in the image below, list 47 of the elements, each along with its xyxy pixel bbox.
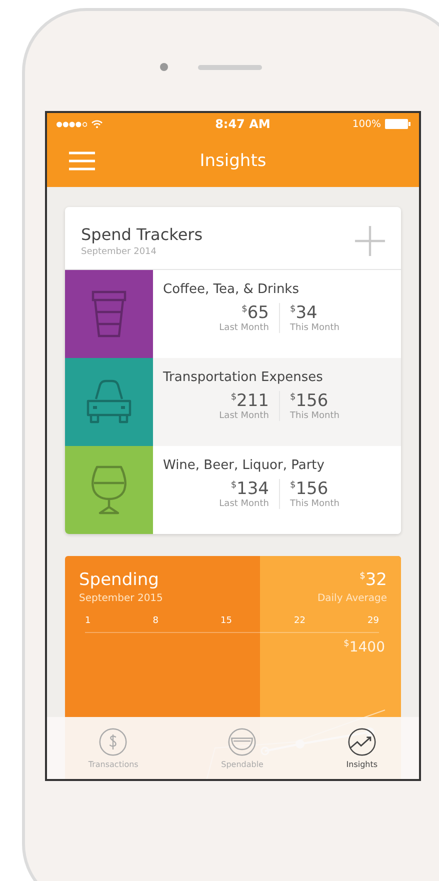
dollar-icon	[98, 727, 128, 757]
day-tick: 8	[152, 616, 158, 626]
tracker-row[interactable]: Coffee, Tea, & Drinks $^{$}$65 Last Month $^{$}$34 This Month	[65, 270, 401, 358]
add-button[interactable]	[355, 226, 385, 256]
card-subtitle: September 2014	[81, 247, 158, 257]
amount: $^{$}$211	[230, 391, 269, 411]
amount: $^{$}$156	[290, 391, 330, 411]
glass-icon	[89, 465, 129, 515]
day-tick: 22	[294, 616, 306, 626]
card-subtitle: September 2015	[79, 593, 163, 604]
status-time: 8:47 AM	[214, 117, 270, 131]
total-amount: $^{$}$1400	[344, 639, 385, 656]
daily-average-label: Daily Average	[317, 593, 387, 604]
card-title: Spending	[79, 570, 160, 590]
signal-icon	[55, 120, 87, 128]
amount-label: Last Month	[219, 323, 269, 333]
daily-average-amount: $^{$}$32	[360, 570, 387, 590]
amount: $^{$}$65	[242, 303, 269, 323]
amount: $^{$}$134	[230, 479, 269, 499]
amount-label: This Month	[290, 499, 340, 509]
tab[interactable]: Insights	[340, 726, 384, 770]
amount-label: Last Month	[219, 499, 269, 509]
battery-percent: 100%	[352, 118, 381, 130]
tracker-row[interactable]: Transportation Expenses $^{$}$211 Last Month $^{$}$156 This Month	[65, 358, 401, 446]
speaker-slot	[198, 64, 262, 70]
amount-label: Last Month	[219, 411, 269, 421]
day-tick: 15	[220, 616, 232, 626]
tracker-row[interactable]: Wine, Beer, Liquor, Party $^{$}$134 Last Month $^{$}$156 This Month	[65, 446, 401, 534]
camera-dot	[160, 63, 168, 71]
card-title: Spend Trackers	[81, 225, 203, 244]
day-tick: 29	[368, 616, 379, 626]
wifi-icon	[91, 119, 103, 129]
day-tick: 1	[85, 616, 91, 626]
car-icon	[84, 379, 134, 425]
amount-label: This Month	[290, 323, 340, 333]
cup-icon	[89, 290, 129, 338]
amount-label: This Month	[290, 411, 340, 421]
menu-button[interactable]	[69, 151, 95, 171]
trend-chart-icon	[346, 727, 377, 757]
bowl-icon	[227, 727, 258, 757]
amount: $^{$}$156	[290, 479, 330, 499]
battery-icon	[384, 119, 411, 129]
screen-title: Insights	[200, 151, 266, 171]
tracker-name: Coffee, Tea, & Drinks	[163, 282, 300, 297]
tracker-name: Transportation Expenses	[163, 370, 324, 385]
amount: $^{$}$34	[290, 303, 318, 323]
tracker-name: Wine, Beer, Liquor, Party	[163, 458, 326, 473]
